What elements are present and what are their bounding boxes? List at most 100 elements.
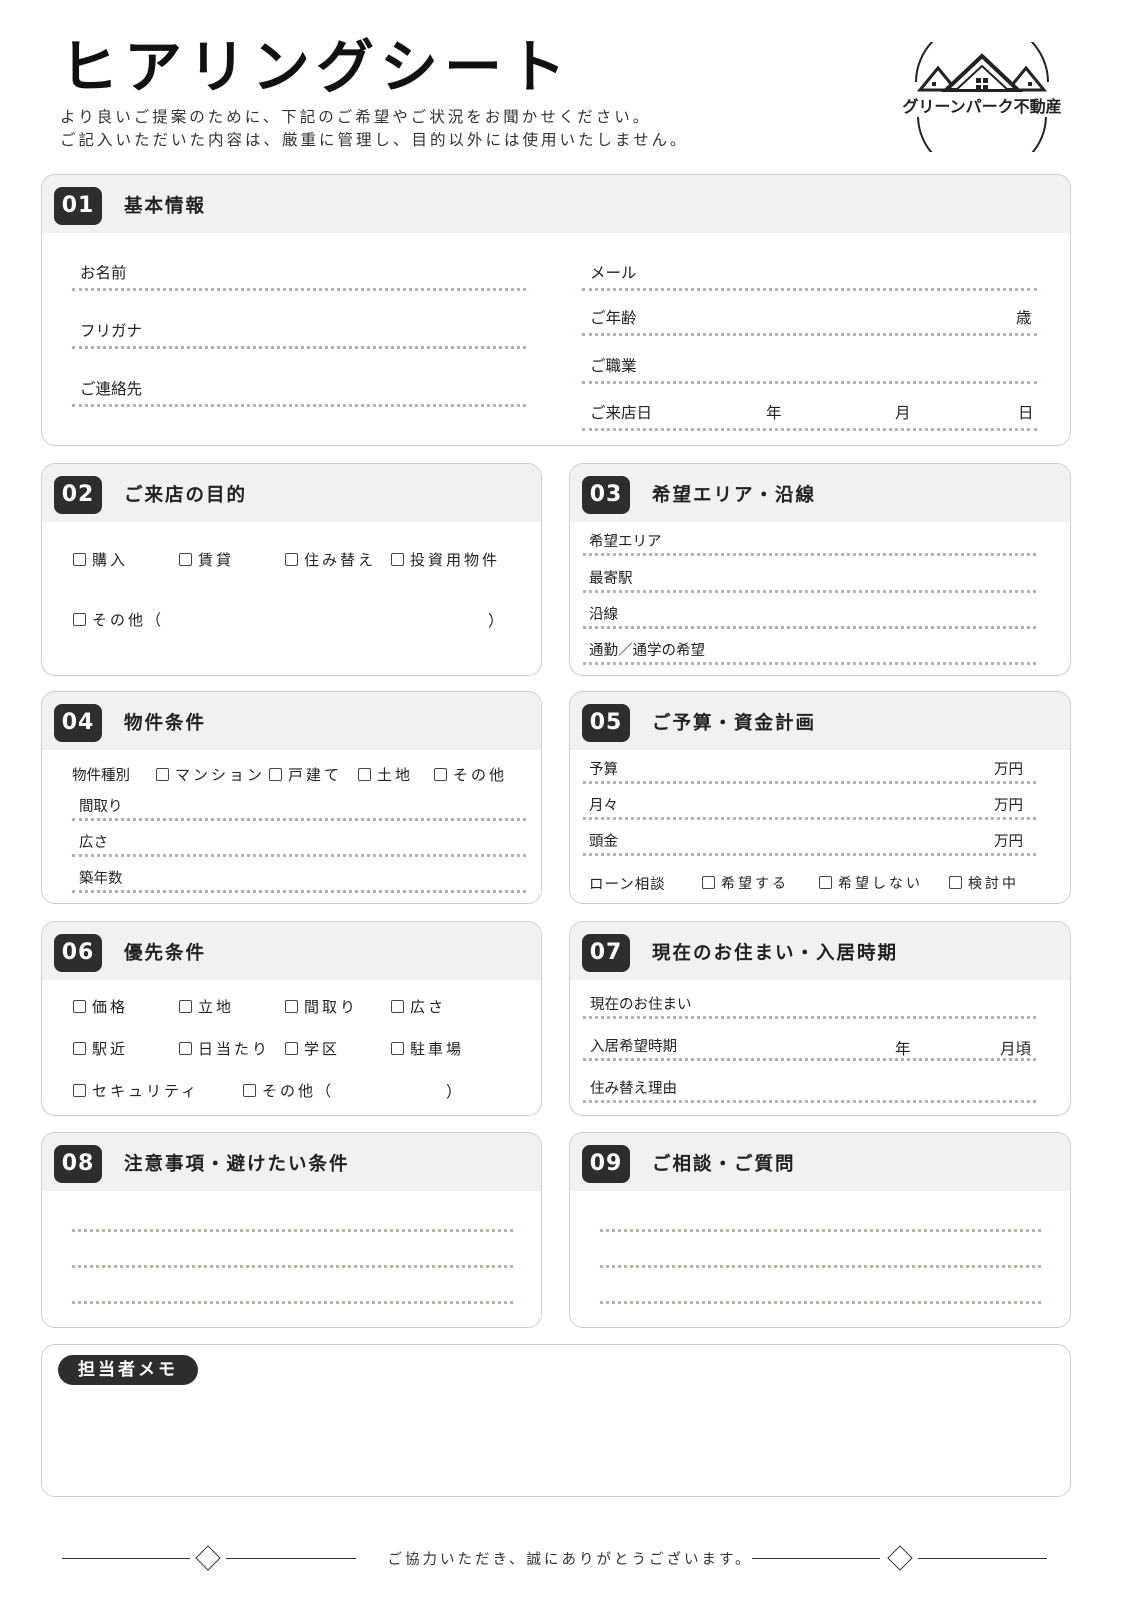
monthly-label: 月々: [589, 798, 618, 814]
checkbox-icon: [269, 768, 282, 781]
checkbox-land[interactable]: 土地: [358, 764, 413, 785]
checkbox-loan-yes[interactable]: 希望する: [702, 873, 789, 893]
checkbox-icon: [285, 1000, 298, 1013]
move-in-year-unit: 年: [895, 1040, 911, 1058]
section-basic-info: 01 基本情報 お名前 フリガナ ご連絡先 メール ご年齢 歳 ご職業 ご来店日…: [41, 174, 1071, 446]
checkbox-icon: [391, 1000, 404, 1013]
checkbox-investment[interactable]: 投資用物件: [391, 549, 500, 570]
section-header: [42, 922, 541, 980]
checkbox-rent[interactable]: 賃貸: [179, 549, 234, 570]
other-close-paren: ）: [446, 1083, 462, 1101]
line-field[interactable]: [583, 626, 1036, 629]
property-type-label: 物件種別: [72, 768, 130, 784]
section-desired-area: 03 希望エリア・沿線 希望エリア 最寄駅 沿線 通勤／通学の希望: [569, 463, 1071, 676]
visit-date-field[interactable]: [582, 428, 1037, 431]
furigana-label: フリガナ: [80, 322, 143, 340]
checkbox-relocate[interactable]: 住み替え: [285, 549, 376, 570]
questions-line-2[interactable]: [600, 1265, 1041, 1268]
questions-line-3[interactable]: [600, 1301, 1041, 1304]
section-number: 05: [582, 704, 630, 742]
commute-label: 通勤／通学の希望: [589, 643, 705, 659]
checkbox-sunlight[interactable]: 日当たり: [179, 1038, 270, 1059]
budget-unit: 万円: [994, 762, 1023, 778]
checkbox-house[interactable]: 戸建て: [269, 764, 342, 785]
checkbox-icon: [179, 1042, 192, 1055]
layout-field[interactable]: [72, 818, 526, 821]
station-field[interactable]: [583, 590, 1036, 593]
checkbox-school-district[interactable]: 学区: [285, 1038, 340, 1059]
checkbox-location[interactable]: 立地: [179, 996, 234, 1017]
budget-field[interactable]: [583, 781, 1036, 784]
page-title: ヒアリングシート: [60, 33, 573, 101]
checkbox-icon: [285, 1042, 298, 1055]
section-title: 注意事項・避けたい条件: [124, 1154, 350, 1175]
checkbox-icon: [819, 876, 832, 889]
diamond-icon: [195, 1545, 221, 1571]
section-number: 01: [54, 187, 102, 225]
commute-field[interactable]: [583, 662, 1036, 665]
current-residence-field[interactable]: [583, 1016, 1036, 1019]
checkbox-layout[interactable]: 間取り: [285, 996, 358, 1017]
checkbox-icon: [73, 1000, 86, 1013]
down-payment-label: 頭金: [589, 834, 618, 850]
section-header: [42, 692, 541, 750]
section-staff-memo[interactable]: 担当者メモ: [41, 1344, 1071, 1497]
relocation-reason-field[interactable]: [583, 1100, 1036, 1103]
line-label: 沿線: [589, 607, 618, 623]
questions-line-1[interactable]: [600, 1229, 1041, 1232]
section-number: 03: [582, 476, 630, 514]
area-field[interactable]: [583, 553, 1036, 556]
visit-day-unit: 日: [1018, 404, 1034, 422]
checkbox-icon: [702, 876, 715, 889]
checkbox-size[interactable]: 広さ: [391, 996, 446, 1017]
email-field[interactable]: [582, 288, 1037, 291]
contact-field[interactable]: [72, 404, 526, 407]
job-label: ご職業: [590, 357, 637, 375]
page-subtitle: より良いご提案のために、下記のご希望やご状況をお聞かせください。 ご記入いただい…: [60, 106, 689, 152]
section-number: 07: [582, 934, 630, 972]
section-number: 02: [54, 476, 102, 514]
section-header: [42, 464, 541, 522]
furigana-field[interactable]: [72, 346, 526, 349]
checkbox-icon: [73, 553, 86, 566]
cautions-line-2[interactable]: [72, 1265, 513, 1268]
section-current-residence: 07 現在のお住まい・入居時期 現在のお住まい 入居希望時期 年 月頃 住み替え…: [569, 921, 1071, 1116]
checkbox-other[interactable]: その他（: [73, 609, 164, 630]
cautions-line-1[interactable]: [72, 1229, 513, 1232]
monthly-unit: 万円: [994, 798, 1023, 814]
age-field[interactable]: [582, 333, 1037, 336]
subtitle-line-2: ご記入いただいた内容は、厳重に管理し、目的以外には使用いたしません。: [60, 131, 689, 149]
logo-text: グリーンパーク不動産: [902, 97, 1062, 117]
cautions-line-3[interactable]: [72, 1301, 513, 1304]
checkbox-other[interactable]: その他: [434, 764, 507, 785]
section-number: 04: [54, 704, 102, 742]
down-payment-field[interactable]: [583, 853, 1036, 856]
diamond-icon: [887, 1545, 913, 1571]
footer-divider: [752, 1558, 880, 1559]
section-header: [570, 464, 1070, 522]
subtitle-line-1: より良いご提案のために、下記のご希望やご状況をお聞かせください。: [60, 108, 652, 126]
checkbox-other[interactable]: その他（: [243, 1080, 334, 1101]
size-field[interactable]: [72, 854, 526, 857]
name-field[interactable]: [72, 288, 526, 291]
checkbox-icon: [434, 768, 447, 781]
section-property-conditions: 04 物件条件 物件種別 マンション 戸建て 土地 その他 間取り 広さ 築年数: [41, 691, 542, 904]
monthly-field[interactable]: [583, 817, 1036, 820]
checkbox-loan-no[interactable]: 希望しない: [819, 873, 923, 893]
footer-divider: [226, 1558, 356, 1559]
checkbox-security[interactable]: セキュリティ: [73, 1080, 199, 1101]
checkbox-loan-considering[interactable]: 検討中: [949, 873, 1019, 893]
checkbox-purchase[interactable]: 購入: [73, 549, 128, 570]
checkbox-price[interactable]: 価格: [73, 996, 128, 1017]
job-field[interactable]: [582, 381, 1037, 384]
section-title: 優先条件: [124, 943, 207, 964]
checkbox-parking[interactable]: 駐車場: [391, 1038, 464, 1059]
current-residence-label: 現在のお住まい: [590, 997, 692, 1013]
visit-month-unit: 月: [895, 404, 911, 422]
checkbox-near-station[interactable]: 駅近: [73, 1038, 128, 1059]
checkbox-icon: [243, 1084, 256, 1097]
building-age-field[interactable]: [72, 890, 526, 893]
checkbox-mansion[interactable]: マンション: [156, 764, 265, 785]
section-title: ご予算・資金計画: [652, 713, 817, 734]
move-in-field[interactable]: [583, 1058, 1036, 1061]
